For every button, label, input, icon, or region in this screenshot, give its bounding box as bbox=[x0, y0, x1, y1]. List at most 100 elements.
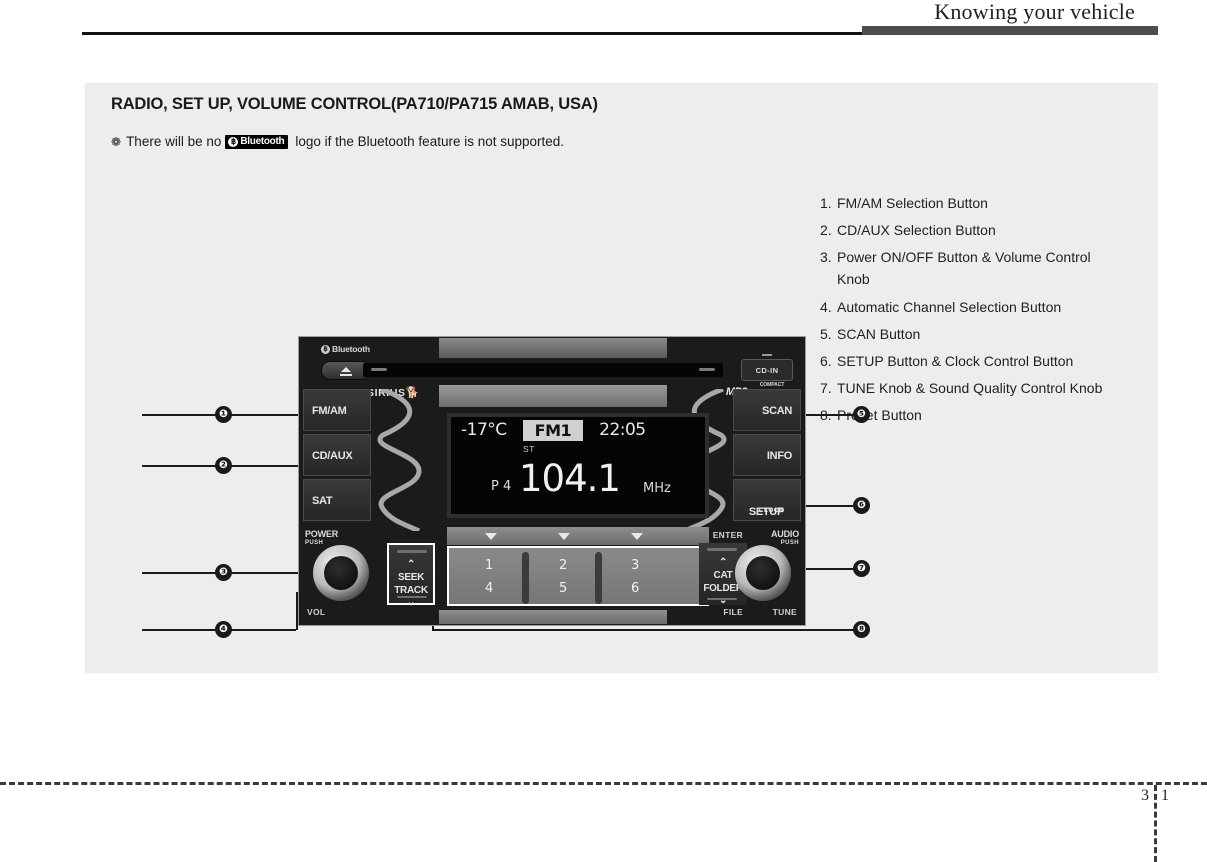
tune-knob[interactable] bbox=[735, 545, 791, 601]
volume-knob[interactable] bbox=[313, 545, 369, 601]
footer-vertical-rule bbox=[1154, 785, 1157, 862]
legend-label: FM/AM Selection Button bbox=[837, 195, 988, 211]
display-temperature: -17°C bbox=[461, 420, 507, 440]
note-text-after: logo if the Bluetooth feature is not sup… bbox=[295, 134, 565, 149]
cd-in-dash bbox=[762, 354, 772, 356]
preset-button-5[interactable]: 5 bbox=[559, 581, 567, 596]
seek-up-icon: ⌃ bbox=[406, 559, 416, 570]
legend-number: 7. bbox=[820, 380, 832, 397]
legend-label: Automatic Channel Selection Button bbox=[837, 298, 1062, 315]
note-text-before: There will be no bbox=[126, 134, 222, 149]
bluetooth-note: ❁ There will be no ฿ Bluetooth logo if t… bbox=[111, 134, 564, 149]
preset-button-1[interactable]: 1 bbox=[485, 558, 493, 573]
fm-am-label: FM/AM bbox=[312, 405, 347, 417]
cd-aux-label: CD/AUX bbox=[312, 450, 353, 462]
legend-item-7: 7. TUNE Knob & Sound Quality Control Kno… bbox=[820, 381, 1150, 395]
preset-arrow-3-icon bbox=[631, 533, 643, 540]
scan-label: SCAN bbox=[762, 405, 792, 417]
preset-button-4[interactable]: 4 bbox=[485, 581, 493, 596]
callout-7: ❼ bbox=[853, 560, 870, 577]
info-label: INFO bbox=[766, 450, 792, 462]
faceplate-second-gloss bbox=[439, 385, 667, 407]
enter-label: ENTER bbox=[712, 530, 743, 540]
sat-button[interactable]: SAT bbox=[303, 479, 371, 521]
sat-label: SAT bbox=[312, 495, 333, 507]
seek-track-button[interactable]: ⌃ SEEK TRACK ⌄ bbox=[387, 543, 435, 608]
legend-number: 4. bbox=[820, 298, 832, 315]
volume-knob-face[interactable] bbox=[324, 556, 358, 590]
callout-6: ❻ bbox=[853, 497, 870, 514]
legend-item-4: 4. Automatic Channel Selection Button bbox=[820, 300, 1150, 314]
cd-in-label: CD-IN bbox=[755, 366, 779, 375]
seek-label: SEEK bbox=[397, 572, 425, 583]
preset-button-group[interactable]: 1 2 3 4 5 6 bbox=[447, 546, 709, 606]
tune-knob-face[interactable] bbox=[746, 556, 780, 590]
legend-item-1: 1. FM/AM Selection Button bbox=[820, 196, 1150, 210]
callout-3: ❸ bbox=[215, 564, 232, 581]
audio-label-main: AUDIO bbox=[771, 529, 799, 539]
cd-in-port[interactable]: CD-IN bbox=[741, 354, 793, 381]
footer-rule bbox=[0, 782, 1207, 785]
callout-1: ❶ bbox=[215, 406, 232, 423]
vol-label: VOL bbox=[307, 607, 326, 617]
cd-slot-nub-left bbox=[371, 368, 387, 371]
radio-head-unit: ฿ Bluetooth CD-IN SIRIUS🐕 COMPACT FM/AM … bbox=[298, 336, 806, 626]
callout-4: ❹ bbox=[215, 621, 232, 638]
seek-down-icon: ⌄ bbox=[406, 597, 416, 608]
display-frequency: 104.1 bbox=[519, 457, 621, 500]
display-top-row: -17°C FM1 22:05 bbox=[451, 417, 705, 443]
header-rule-thin bbox=[82, 32, 862, 35]
display-clock: 22:05 bbox=[599, 420, 646, 440]
note-star-icon: ❁ bbox=[111, 134, 122, 149]
header-rule-thick bbox=[862, 26, 1158, 35]
preset-indicator-strip bbox=[447, 527, 709, 545]
callout-8: ❽ bbox=[853, 621, 870, 638]
legend-number: 2. bbox=[820, 222, 832, 239]
faceplate-top-gloss bbox=[439, 338, 667, 358]
scan-button[interactable]: SCAN bbox=[733, 389, 801, 431]
fm-am-button[interactable]: FM/AM bbox=[303, 389, 371, 431]
leader-line-8 bbox=[432, 629, 858, 631]
legend-label: SETUP Button & Clock Control Button bbox=[837, 352, 1074, 369]
preset-divider-2 bbox=[595, 552, 602, 604]
file-label: FILE bbox=[723, 607, 743, 617]
power-label-main: POWER bbox=[305, 529, 339, 539]
info-button[interactable]: INFO bbox=[733, 434, 801, 476]
legend-item-3: 3. Power ON/OFF Button & Volume Control … bbox=[820, 250, 1150, 286]
cat-folder-bottom-bar bbox=[707, 597, 737, 600]
legend-number: 5. bbox=[820, 325, 832, 342]
legend-label: Power ON/OFF Button & Volume Control Kno… bbox=[837, 250, 1091, 286]
legend-label: SCAN Button bbox=[837, 325, 921, 342]
preset-button-3[interactable]: 3 bbox=[631, 558, 639, 573]
bluetooth-mark-label: Bluetooth bbox=[332, 344, 370, 354]
radio-figure: ❶ ❷ ❸ ❹ ❺ ❻ ❼ ❽ ฿ Bluetooth CD-IN SIRIUS… bbox=[110, 243, 870, 663]
display-stereo-indicator: ST bbox=[523, 444, 535, 454]
faceplate-bottom-gloss bbox=[439, 610, 667, 624]
legend-label-line2: Knob bbox=[837, 271, 870, 288]
bluetooth-badge-label: Bluetooth bbox=[240, 136, 285, 147]
seek-track-bottom-bar bbox=[397, 595, 427, 598]
footer-page-number: 1 bbox=[1161, 787, 1169, 804]
legend-number: 6. bbox=[820, 352, 832, 369]
cd-slot-nub-right bbox=[699, 368, 715, 371]
page-header: Knowing your vehicle bbox=[0, 0, 1207, 45]
bluetooth-icon: ฿ bbox=[228, 136, 239, 147]
tune-label: TUNE bbox=[772, 607, 797, 617]
preset-arrow-1-icon bbox=[485, 533, 497, 540]
power-label: POWER PUSH bbox=[305, 529, 338, 546]
cd-slot[interactable] bbox=[363, 363, 723, 377]
legend-label: TUNE Knob & Sound Quality Control Knob bbox=[837, 380, 1103, 397]
preset-button-6[interactable]: 6 bbox=[631, 581, 639, 596]
callout-5: ❺ bbox=[853, 406, 870, 423]
legend-item-2: 2. CD/AUX Selection Button bbox=[820, 223, 1150, 237]
radio-display: -17°C FM1 22:05 ST P 4 104.1 MHz bbox=[447, 413, 709, 518]
content-panel: RADIO, SET UP, VOLUME CONTROL(PA710/PA71… bbox=[85, 83, 1158, 673]
preset-button-2[interactable]: 2 bbox=[559, 558, 567, 573]
cd-aux-button[interactable]: CD/AUX bbox=[303, 434, 371, 476]
cd-logo-top: COMPACT bbox=[759, 382, 785, 388]
legend-number: 1. bbox=[820, 195, 832, 211]
display-frequency-unit: MHz bbox=[643, 481, 671, 496]
preset-arrow-2-icon bbox=[558, 533, 570, 540]
bluetooth-logo-badge: ฿ Bluetooth bbox=[225, 134, 289, 149]
setup-clock-button[interactable]: SETUP CLOCK bbox=[733, 479, 801, 521]
